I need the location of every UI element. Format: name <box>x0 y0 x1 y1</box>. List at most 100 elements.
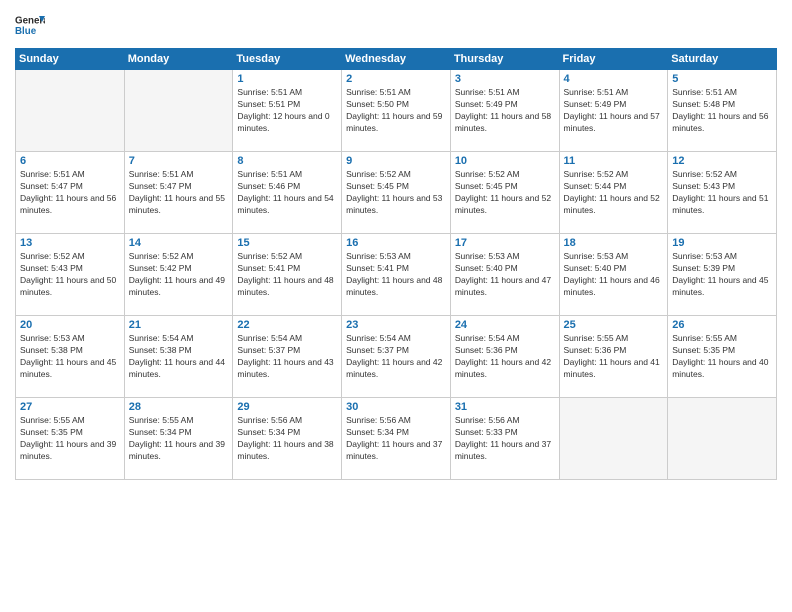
day-number: 23 <box>346 319 446 331</box>
calendar-cell: 12Sunrise: 5:52 AMSunset: 5:43 PMDayligh… <box>668 152 777 234</box>
calendar-cell: 3 Sunrise: 5:51 AMSunset: 5:49 PMDaylight… <box>450 70 559 152</box>
day-detail: Sunrise: 5:52 AMSunset: 5:41 PMDaylight:… <box>237 251 337 299</box>
day-detail: Sunrise: 5:53 AMSunset: 5:39 PMDaylight:… <box>672 251 772 299</box>
header: General Blue <box>15 10 777 40</box>
day-number: 5 <box>672 73 772 85</box>
day-number: 28 <box>129 401 229 413</box>
day-number: 18 <box>564 237 664 249</box>
day-number: 20 <box>20 319 120 331</box>
day-detail: Sunrise: 5:54 AMSunset: 5:36 PMDaylight:… <box>455 333 555 381</box>
day-number: 9 <box>346 155 446 167</box>
day-detail: Sunrise: 5:52 AMSunset: 5:45 PMDaylight:… <box>455 169 555 217</box>
day-detail: Sunrise: 5:56 AMSunset: 5:34 PMDaylight:… <box>237 415 337 463</box>
calendar-cell: 7 Sunrise: 5:51 AMSunset: 5:47 PMDaylight… <box>124 152 233 234</box>
calendar-cell: 23 Sunrise: 5:54 AMSunset: 5:37 PMDayligh… <box>342 316 451 398</box>
page: General Blue SundayMondayTuesdayWednesda… <box>0 0 792 612</box>
day-number: 3 <box>455 73 555 85</box>
day-number: 15 <box>237 237 337 249</box>
day-detail: Sunrise: 5:51 AMSunset: 5:49 PMDaylight:… <box>455 87 555 135</box>
weekday-header-saturday: Saturday <box>668 49 777 70</box>
day-detail: Sunrise: 5:51 AMSunset: 5:47 PMDaylight:… <box>129 169 229 217</box>
day-number: 12 <box>672 155 772 167</box>
day-detail: Sunrise: 5:51 AMSunset: 5:47 PMDaylight:… <box>20 169 120 217</box>
calendar-cell: 9 Sunrise: 5:52 AMSunset: 5:45 PMDaylight… <box>342 152 451 234</box>
day-detail: Sunrise: 5:52 AMSunset: 5:45 PMDaylight:… <box>346 169 446 217</box>
calendar-cell: 24 Sunrise: 5:54 AMSunset: 5:36 PMDayligh… <box>450 316 559 398</box>
day-detail: Sunrise: 5:55 AMSunset: 5:35 PMDaylight:… <box>20 415 120 463</box>
calendar-cell: 13 Sunrise: 5:52 AMSunset: 5:43 PMDayligh… <box>16 234 125 316</box>
calendar-cell: 20 Sunrise: 5:53 AMSunset: 5:38 PMDayligh… <box>16 316 125 398</box>
day-detail: Sunrise: 5:51 AMSunset: 5:51 PMDaylight:… <box>237 87 337 135</box>
day-detail: Sunrise: 5:53 AMSunset: 5:38 PMDaylight:… <box>20 333 120 381</box>
day-number: 25 <box>564 319 664 331</box>
day-number: 13 <box>20 237 120 249</box>
day-number: 7 <box>129 155 229 167</box>
weekday-header-thursday: Thursday <box>450 49 559 70</box>
day-number: 4 <box>564 73 664 85</box>
calendar-cell <box>16 70 125 152</box>
day-detail: Sunrise: 5:53 AMSunset: 5:40 PMDaylight:… <box>564 251 664 299</box>
day-number: 10 <box>455 155 555 167</box>
calendar-cell: 17 Sunrise: 5:53 AMSunset: 5:40 PMDayligh… <box>450 234 559 316</box>
calendar-cell: 6 Sunrise: 5:51 AMSunset: 5:47 PMDaylight… <box>16 152 125 234</box>
svg-text:Blue: Blue <box>15 26 37 37</box>
day-detail: Sunrise: 5:54 AMSunset: 5:37 PMDaylight:… <box>346 333 446 381</box>
calendar-cell: 10 Sunrise: 5:52 AMSunset: 5:45 PMDayligh… <box>450 152 559 234</box>
day-detail: Sunrise: 5:51 AMSunset: 5:49 PMDaylight:… <box>564 87 664 135</box>
calendar-cell: 19 Sunrise: 5:53 AMSunset: 5:39 PMDayligh… <box>668 234 777 316</box>
logo-icon: General Blue <box>15 10 45 40</box>
day-detail: Sunrise: 5:52 AMSunset: 5:43 PMDaylight:… <box>20 251 120 299</box>
calendar-cell: 1 Sunrise: 5:51 AMSunset: 5:51 PMDaylight… <box>233 70 342 152</box>
day-detail: Sunrise: 5:55 AMSunset: 5:35 PMDaylight:… <box>672 333 772 381</box>
week-row-2: 6 Sunrise: 5:51 AMSunset: 5:47 PMDaylight… <box>16 152 777 234</box>
calendar-cell: 30Sunrise: 5:56 AMSunset: 5:34 PMDayligh… <box>342 398 451 480</box>
day-number: 8 <box>237 155 337 167</box>
calendar-table: SundayMondayTuesdayWednesdayThursdayFrid… <box>15 48 777 480</box>
day-number: 6 <box>20 155 120 167</box>
day-detail: Sunrise: 5:55 AMSunset: 5:36 PMDaylight:… <box>564 333 664 381</box>
day-detail: Sunrise: 5:53 AMSunset: 5:40 PMDaylight:… <box>455 251 555 299</box>
weekday-header-tuesday: Tuesday <box>233 49 342 70</box>
calendar-cell: 16 Sunrise: 5:53 AMSunset: 5:41 PMDayligh… <box>342 234 451 316</box>
week-row-5: 27Sunrise: 5:55 AMSunset: 5:35 PMDayligh… <box>16 398 777 480</box>
day-number: 30 <box>346 401 446 413</box>
week-row-3: 13 Sunrise: 5:52 AMSunset: 5:43 PMDayligh… <box>16 234 777 316</box>
day-detail: Sunrise: 5:51 AMSunset: 5:46 PMDaylight:… <box>237 169 337 217</box>
day-detail: Sunrise: 5:51 AMSunset: 5:48 PMDaylight:… <box>672 87 772 135</box>
day-number: 31 <box>455 401 555 413</box>
day-detail: Sunrise: 5:54 AMSunset: 5:37 PMDaylight:… <box>237 333 337 381</box>
day-number: 11 <box>564 155 664 167</box>
day-number: 19 <box>672 237 772 249</box>
calendar-cell: 29 Sunrise: 5:56 AMSunset: 5:34 PMDayligh… <box>233 398 342 480</box>
day-detail: Sunrise: 5:52 AMSunset: 5:42 PMDaylight:… <box>129 251 229 299</box>
calendar-cell: 21Sunrise: 5:54 AMSunset: 5:38 PMDayligh… <box>124 316 233 398</box>
calendar-cell: 22 Sunrise: 5:54 AMSunset: 5:37 PMDayligh… <box>233 316 342 398</box>
day-detail: Sunrise: 5:52 AMSunset: 5:44 PMDaylight:… <box>564 169 664 217</box>
day-number: 21 <box>129 319 229 331</box>
day-number: 26 <box>672 319 772 331</box>
day-number: 2 <box>346 73 446 85</box>
calendar-cell: 31Sunrise: 5:56 AMSunset: 5:33 PMDayligh… <box>450 398 559 480</box>
day-number: 16 <box>346 237 446 249</box>
calendar-cell: 4 Sunrise: 5:51 AMSunset: 5:49 PMDaylight… <box>559 70 668 152</box>
day-detail: Sunrise: 5:53 AMSunset: 5:41 PMDaylight:… <box>346 251 446 299</box>
calendar-cell: 25 Sunrise: 5:55 AMSunset: 5:36 PMDayligh… <box>559 316 668 398</box>
day-number: 24 <box>455 319 555 331</box>
day-number: 22 <box>237 319 337 331</box>
day-number: 17 <box>455 237 555 249</box>
weekday-header-row: SundayMondayTuesdayWednesdayThursdayFrid… <box>16 49 777 70</box>
calendar-cell <box>559 398 668 480</box>
week-row-1: 1 Sunrise: 5:51 AMSunset: 5:51 PMDaylight… <box>16 70 777 152</box>
week-row-4: 20 Sunrise: 5:53 AMSunset: 5:38 PMDayligh… <box>16 316 777 398</box>
weekday-header-wednesday: Wednesday <box>342 49 451 70</box>
calendar-cell: 11 Sunrise: 5:52 AMSunset: 5:44 PMDayligh… <box>559 152 668 234</box>
calendar-cell: 26 Sunrise: 5:55 AMSunset: 5:35 PMDayligh… <box>668 316 777 398</box>
calendar-cell: 18 Sunrise: 5:53 AMSunset: 5:40 PMDayligh… <box>559 234 668 316</box>
day-number: 1 <box>237 73 337 85</box>
weekday-header-sunday: Sunday <box>16 49 125 70</box>
day-number: 29 <box>237 401 337 413</box>
day-number: 14 <box>129 237 229 249</box>
logo: General Blue <box>15 10 47 40</box>
day-detail: Sunrise: 5:51 AMSunset: 5:50 PMDaylight:… <box>346 87 446 135</box>
weekday-header-monday: Monday <box>124 49 233 70</box>
